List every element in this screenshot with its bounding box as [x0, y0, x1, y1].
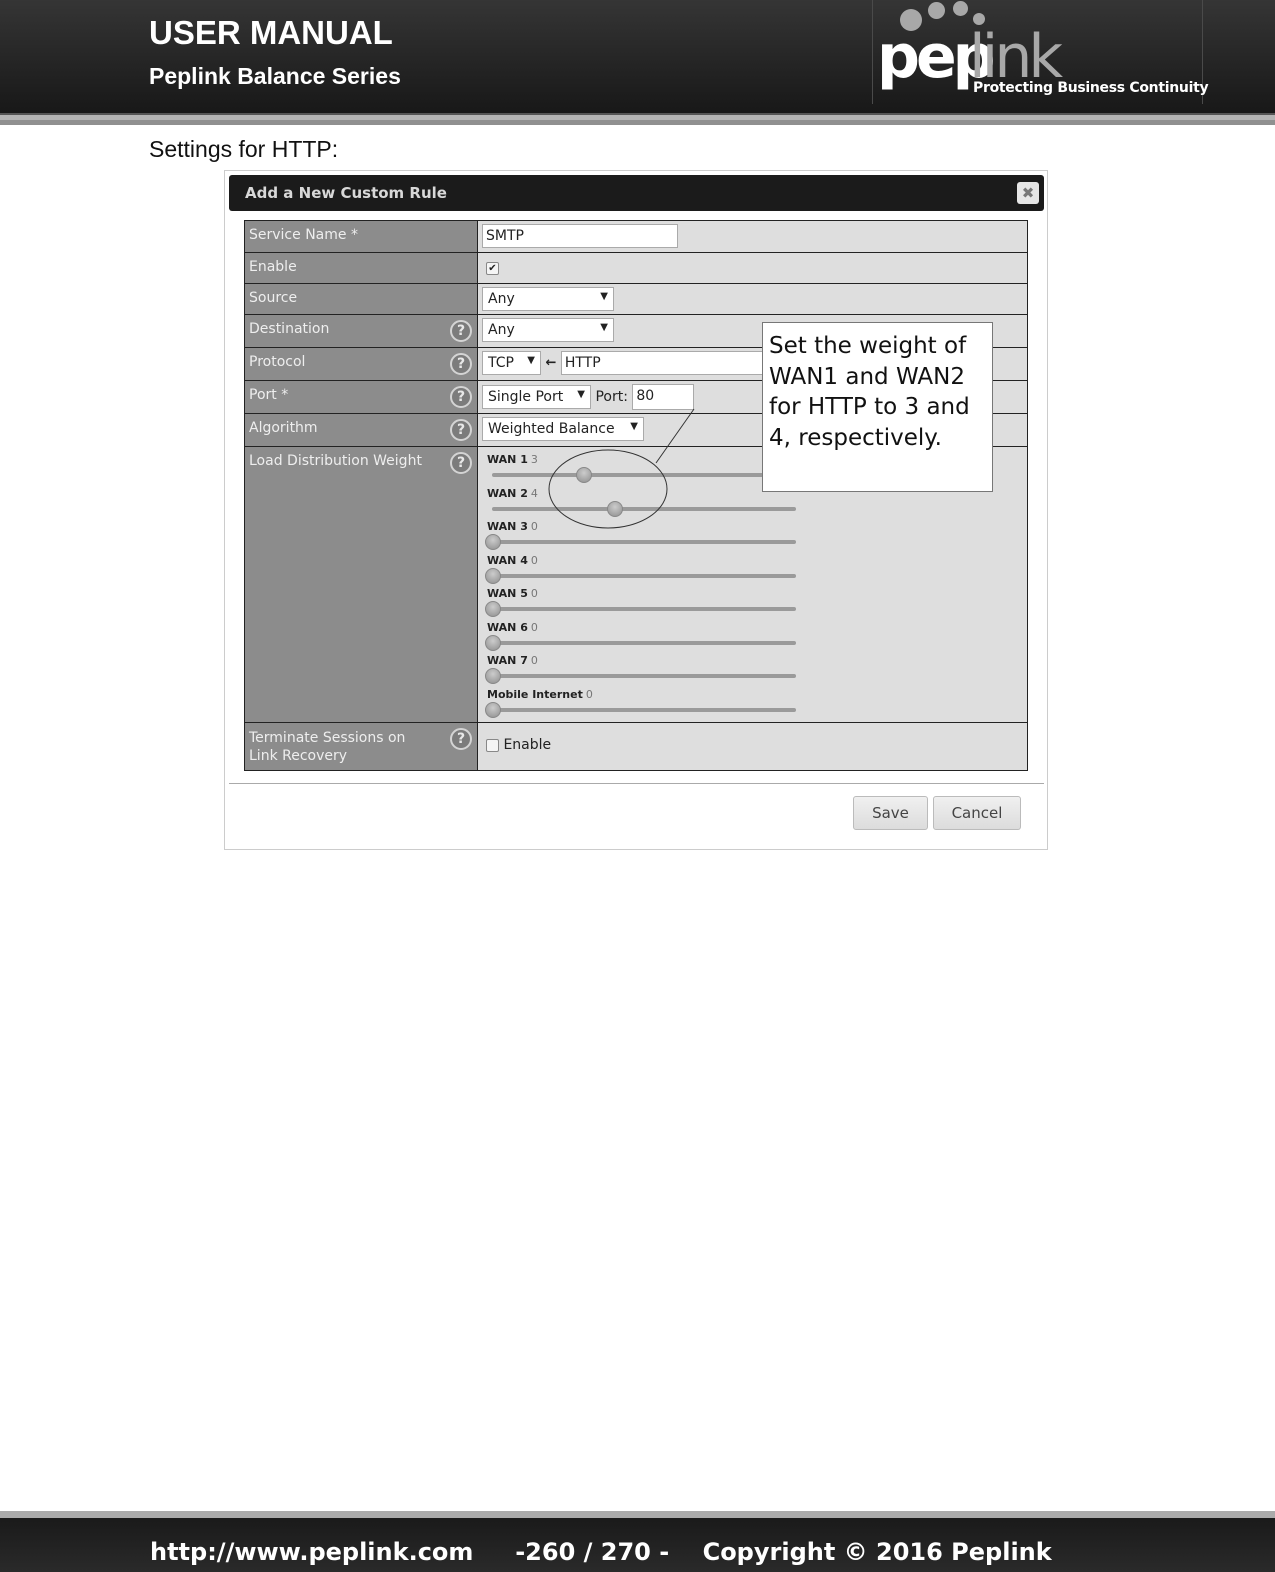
annotation-overlay [548, 408, 695, 529]
callout-note: Set the weight of WAN1 and WAN2 for HTTP… [762, 322, 993, 492]
footer-url: http://www.peplink.com [150, 1538, 474, 1566]
footer-divider [0, 1511, 1275, 1518]
footer-copyright: Copyright © 2016 Peplink [702, 1538, 1052, 1566]
highlight-ellipse [548, 449, 668, 529]
page-footer: http://www.peplink.com -260 / 270 - Copy… [0, 1518, 1275, 1572]
callout-leader-line [655, 408, 695, 464]
footer-text: http://www.peplink.com -260 / 270 - Copy… [150, 1538, 1052, 1566]
page-number: -260 / 270 - [515, 1538, 670, 1566]
